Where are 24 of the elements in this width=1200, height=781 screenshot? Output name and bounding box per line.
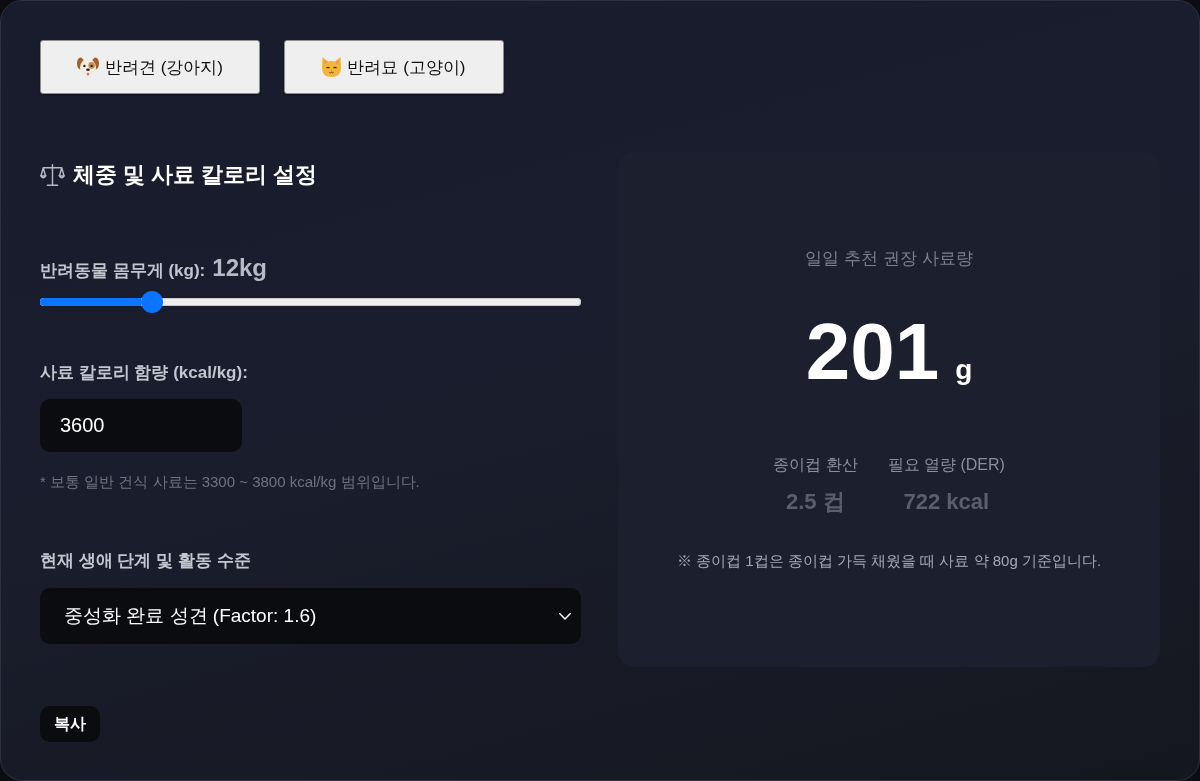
pet-type-button[interactable]: 반려견 (강아지) [40, 40, 260, 94]
balance-scale-icon [40, 164, 65, 186]
stat-value: 2.5 컵 [786, 488, 845, 516]
result-footnote: ※ 종이컵 1컵은 종이컵 가득 채웠을 때 사료 약 80g 기준입니다. [676, 551, 1102, 571]
weight-label: 반려동물 몸무게 (kg): [40, 260, 206, 282]
chevron-down-icon [559, 612, 571, 620]
calorie-label: 사료 칼로리 함량 (kcal/kg): [40, 362, 249, 384]
pet-type-button[interactable]: 반려묘 (고양이) [284, 40, 504, 94]
result-title: 일일 추천 권장 사료량 [805, 248, 973, 270]
life-stage-label: 현재 생애 단계 및 활동 수준 [40, 550, 252, 572]
stat-label: 종이컵 환산 [773, 455, 858, 475]
cat-face-icon [322, 57, 342, 77]
food-amount-value: 201 [805, 312, 940, 392]
calorie-hint: * 보통 일반 건식 사료는 3300 ~ 3800 kcal/kg 범위입니다. [40, 472, 421, 492]
food-amount-unit: g [955, 354, 973, 386]
calorie-input-field[interactable]: 3600 [40, 399, 242, 452]
stat-value: 722 kcal [903, 488, 990, 516]
life-stage-select[interactable]: 중성화 완료 성견 (Factor: 1.6) [40, 588, 581, 644]
slider-thumb[interactable] [141, 291, 164, 313]
section-title: 체중 및 사료 칼로리 설정 [73, 161, 318, 189]
copy-button[interactable]: 복사 [40, 706, 100, 742]
weight-reading: 12kg [212, 253, 267, 283]
stat-label: 필요 열량 (DER) [887, 455, 1005, 475]
dog-face-icon [76, 57, 99, 77]
